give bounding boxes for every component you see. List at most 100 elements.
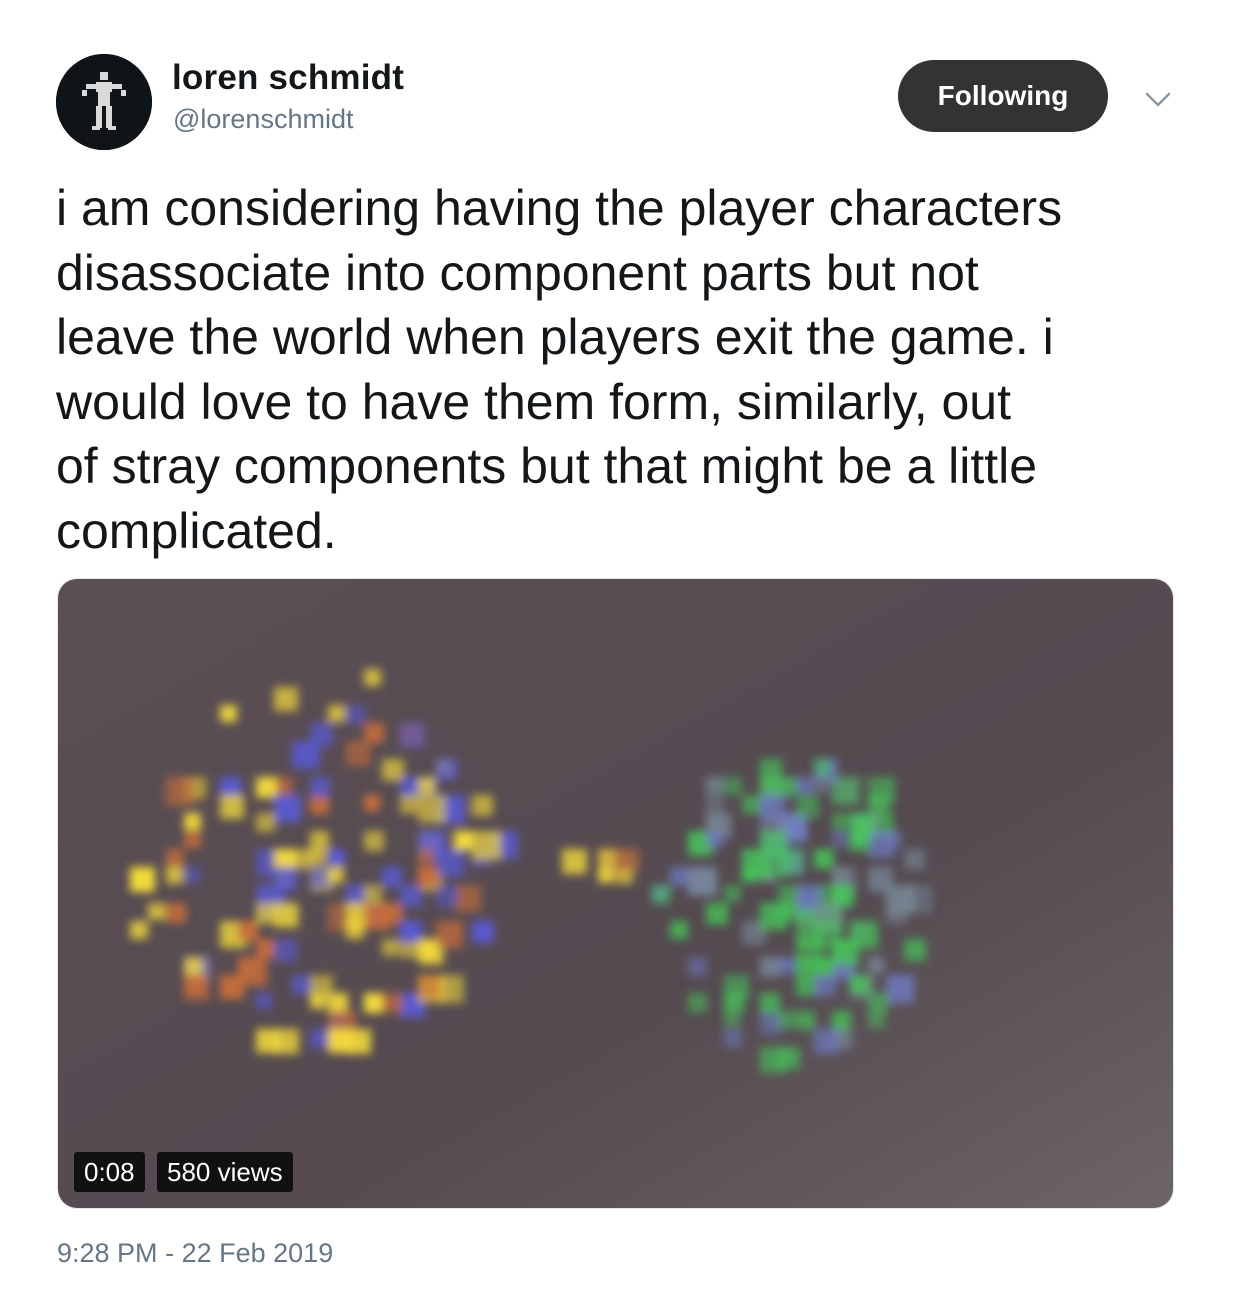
- pixel-particle: [400, 723, 425, 748]
- pixel-particle: [256, 777, 277, 798]
- pixel-particle: [256, 903, 277, 924]
- pixel-particle: [850, 921, 878, 949]
- pixel-particle: [652, 885, 671, 904]
- pixel-particle: [310, 1029, 329, 1048]
- pixel-particle: [166, 849, 184, 867]
- pixel-particle: [670, 867, 689, 886]
- tweet-text: i am considering having the player chara…: [56, 180, 1063, 559]
- pixel-particle: [292, 975, 311, 994]
- pixel-particle: [220, 777, 241, 798]
- pixel-particle: [814, 849, 832, 867]
- pixel-particle: [814, 975, 835, 996]
- pixel-particle: [274, 687, 298, 711]
- pixel-particle: [220, 795, 244, 819]
- pixel-particle: [832, 813, 849, 830]
- pixel-particle: [724, 1011, 740, 1027]
- pixel-particle: [562, 849, 587, 874]
- pixel-particle: [796, 975, 817, 996]
- pixel-particle: [274, 795, 301, 822]
- pixel-particle: [706, 777, 723, 794]
- pixel-particle: [814, 957, 833, 976]
- pixel-particle: [904, 939, 926, 961]
- pixel-particle: [220, 975, 244, 999]
- pixel-particle: [472, 921, 494, 943]
- pixel-particle: [346, 741, 371, 766]
- pixel-particle: [778, 903, 796, 921]
- pixel-particle: [256, 993, 272, 1009]
- pixel-particle: [472, 795, 493, 816]
- pixel-particle: [364, 723, 384, 743]
- pixel-particle: [454, 885, 481, 912]
- tweet-timestamp[interactable]: 9:28 PM - 22 Feb 2019: [57, 1238, 333, 1269]
- pixel-particle: [418, 975, 442, 999]
- pixel-particle: [454, 831, 473, 850]
- pixel-particle: [886, 975, 914, 1003]
- pixel-particle: [796, 957, 815, 976]
- pixel-particle: [166, 867, 183, 884]
- pixel-particle: [688, 993, 707, 1012]
- pixel-particle: [418, 849, 434, 865]
- pixel-particle: [166, 903, 186, 923]
- pixel-particle: [382, 993, 402, 1013]
- pixel-particle: [418, 777, 435, 794]
- pixel-particle: [472, 831, 501, 860]
- avatar[interactable]: [56, 54, 152, 150]
- timestamp-separator: -: [165, 1238, 175, 1268]
- pixel-particle: [760, 957, 780, 977]
- pixel-particle: [778, 1011, 795, 1028]
- pixel-particle: [310, 993, 326, 1009]
- author-display-name[interactable]: loren schmidt: [172, 58, 404, 98]
- pixel-particle: [328, 849, 345, 866]
- pixel-particle: [688, 957, 707, 976]
- pixel-particle: [868, 993, 888, 1013]
- pixel-particle: [724, 777, 742, 795]
- pixel-particle: [814, 1029, 839, 1054]
- pixel-particle: [364, 993, 384, 1013]
- pixel-figure-icon: [56, 54, 152, 150]
- pixel-particle: [778, 1047, 800, 1069]
- pixel-particle: [724, 1029, 742, 1047]
- pixel-particle: [886, 831, 902, 847]
- pixel-particle: [436, 921, 463, 948]
- pixel-particle: [256, 939, 274, 957]
- author-handle[interactable]: @lorenschmidt: [173, 104, 353, 135]
- pixel-particle: [418, 867, 438, 887]
- video-duration-badge: 0:08: [74, 1152, 145, 1192]
- pixel-particle: [184, 975, 202, 993]
- pixel-particle: [670, 921, 688, 939]
- pixel-particle: [328, 867, 344, 883]
- video-views-badge: 580 views: [157, 1152, 293, 1192]
- pixel-particle: [796, 777, 813, 794]
- following-button[interactable]: Following: [898, 60, 1108, 132]
- pixel-particle: [418, 795, 446, 823]
- pixel-particle: [310, 849, 326, 865]
- pixel-particle: [292, 741, 320, 769]
- pixel-particle: [184, 831, 201, 848]
- pixel-particle: [724, 885, 741, 902]
- video-player[interactable]: [57, 578, 1174, 1209]
- pixel-particle: [436, 759, 457, 780]
- tweet-card: loren schmidt @lorenschmidt Following i …: [0, 0, 1238, 1298]
- pixel-particle: [706, 903, 728, 925]
- pixel-particle: [904, 885, 932, 913]
- pixel-particle: [868, 867, 893, 892]
- pixel-particle: [346, 705, 365, 724]
- pixel-particle: [832, 831, 848, 847]
- pixel-particle: [796, 795, 819, 818]
- pixel-particle: [868, 777, 895, 804]
- chevron-down-icon[interactable]: [1142, 84, 1174, 116]
- pixel-particle: [274, 939, 297, 962]
- pixel-particle: [706, 795, 724, 813]
- pixel-particle: [760, 795, 786, 821]
- pixel-particle: [400, 795, 419, 814]
- pixel-particle: [814, 777, 830, 793]
- pixel-particle: [436, 885, 458, 907]
- pixel-particle: [184, 867, 200, 883]
- pixel-particle: [130, 921, 148, 939]
- pixel-particle: [760, 993, 780, 1013]
- pixel-particle: [166, 777, 195, 806]
- pixel-particle: [850, 975, 869, 994]
- pixel-particle: [724, 993, 744, 1013]
- pixel-particle: [328, 705, 345, 722]
- pixel-particle: [220, 705, 237, 722]
